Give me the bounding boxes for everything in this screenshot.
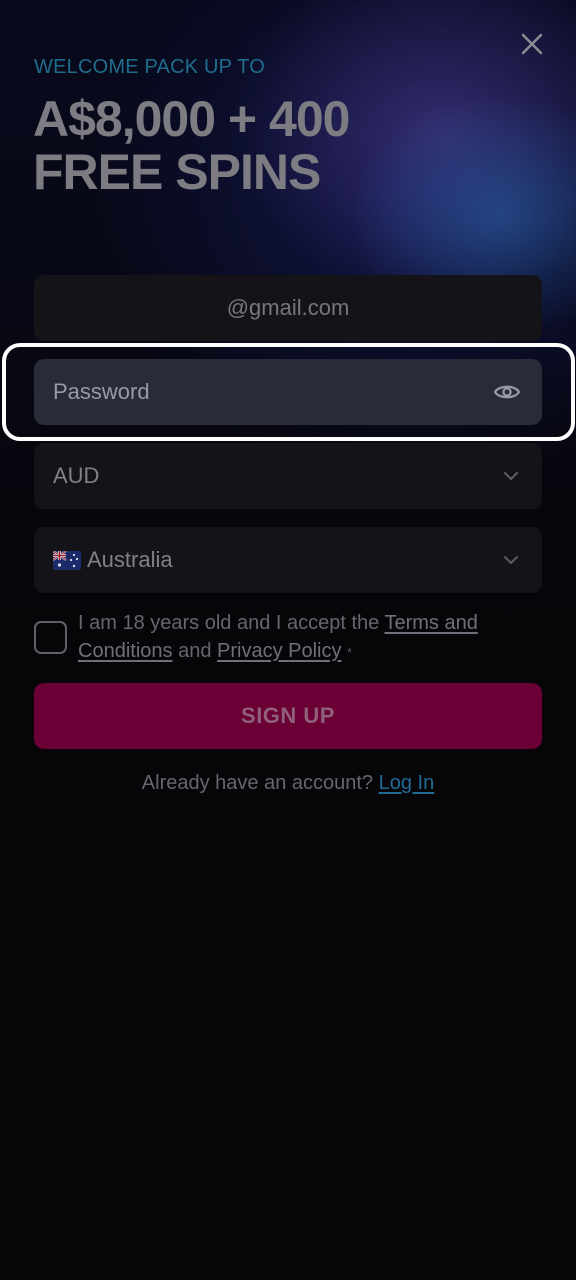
country-value: Australia (87, 547, 173, 572)
promo-headline-line1: A$8,000 + 400 (33, 91, 350, 147)
email-value: @gmail.com (226, 295, 350, 320)
close-button[interactable] (516, 28, 548, 60)
australia-flag-icon (53, 550, 81, 570)
currency-value: AUD (53, 463, 100, 488)
login-link[interactable]: Log In (379, 772, 435, 794)
login-prompt: Already have an account? Log In (0, 772, 576, 795)
chevron-down-icon (500, 549, 522, 571)
terms-text: I am 18 years old and I accept the Terms… (78, 609, 518, 667)
promo-headline: A$8,000 + 400 FREE SPINS (33, 93, 533, 199)
required-mark: * (347, 645, 353, 660)
promo-eyebrow: WELCOME PACK UP TO (34, 56, 266, 78)
email-field[interactable]: @gmail.com (34, 275, 542, 341)
password-field[interactable]: Password (34, 359, 542, 425)
password-placeholder: Password (53, 379, 150, 404)
login-prompt-text: Already have an account? (141, 772, 379, 794)
close-icon (521, 33, 543, 55)
currency-select[interactable]: AUD (34, 443, 542, 509)
terms-text-between: and (172, 640, 217, 662)
age-terms-checkbox[interactable] (34, 621, 67, 654)
terms-text-before: I am 18 years old and I accept the (78, 612, 385, 634)
promo-headline-line2: FREE SPINS (33, 144, 321, 200)
chevron-down-icon (500, 465, 522, 487)
privacy-policy-link[interactable]: Privacy Policy (217, 640, 341, 662)
show-password-button[interactable] (492, 377, 522, 407)
eye-icon (493, 385, 521, 399)
sign-up-button[interactable]: SIGN UP (34, 683, 542, 749)
country-select[interactable]: Australia (34, 527, 542, 593)
